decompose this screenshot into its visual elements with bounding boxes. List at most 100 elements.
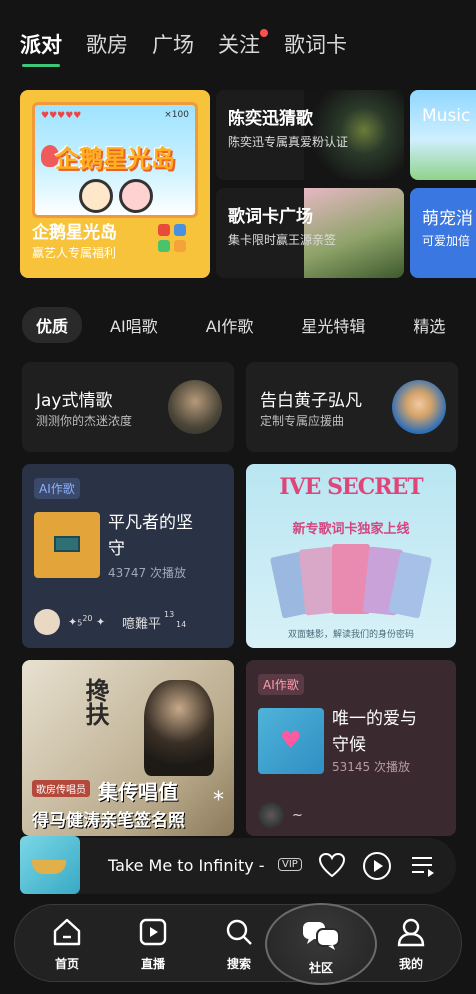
user-avatar[interactable] (258, 802, 284, 828)
home-icon (53, 918, 81, 946)
player-thumbnail[interactable] (20, 836, 80, 894)
nav-home[interactable]: 首页 (35, 917, 99, 972)
feed-card-only-love[interactable]: AI作歌 ♥ 唯一的爱与 守候 53145 次播放 ~ (246, 660, 456, 836)
penguin-island-logo: 企鹅星光岛 (55, 145, 175, 173)
song-title-line1: 唯一的爱与 (332, 709, 417, 729)
banner-lyric-title: 歌词卡广场 (228, 207, 313, 227)
promo-line1: 集传唱值 (98, 780, 178, 804)
lyric-card-fan (269, 544, 433, 624)
play-count: 53145 次播放 (332, 760, 410, 774)
banner-music-title: Music (422, 106, 471, 126)
ive-footer: 双面魅影，解读我们的身份密码 (287, 630, 414, 640)
banner-eason-title: 陈奕迅猜歌 (228, 109, 313, 129)
feed-card-ma-jiantao[interactable]: 搀扶 歌房传唱员 集传唱值 得马健涛亲笔签名照 * (22, 660, 234, 836)
sparkle-icon: * (213, 788, 224, 813)
ai-compose-badge: AI作歌 (258, 674, 304, 695)
banner-lyric-subtitle: 集卡限时赢王源亲签 (228, 233, 337, 247)
user-avatar[interactable] (34, 609, 60, 635)
nav-search[interactable]: 搜索 (207, 917, 271, 972)
banner-artwork: ♥♥♥♥♥ ×100 企鹅星光岛 (32, 102, 198, 218)
hearts-icon: ♥♥♥♥♥ (41, 111, 82, 121)
profile-icon (397, 918, 425, 947)
card-confession-song[interactable]: 告白黄子弘凡 定制专属应援曲 (246, 362, 458, 452)
top-tab-bar: 派对 歌房 广场 关注 歌词卡 (20, 28, 371, 67)
singer-photo (144, 680, 214, 776)
player-song-title[interactable]: Take Me to Infinity - (108, 856, 265, 875)
user-badges: ✦520 ✦ (68, 614, 106, 629)
card-confession-subtitle: 定制专属应援曲 (260, 414, 345, 428)
playlist-icon[interactable] (410, 854, 436, 878)
category-tabs: 优质 AI唱歌 AI作歌 星光特辑 精选 (22, 307, 476, 343)
category-featured[interactable]: 精选 (413, 313, 445, 337)
boat-icon (32, 860, 66, 874)
card-jay-love-songs[interactable]: Jay式情歌 测测你的杰迷浓度 (22, 362, 234, 452)
banner-pet-title: 萌宠消 (422, 209, 473, 229)
nav-home-label: 首页 (54, 957, 79, 971)
banner-lyric-plaza[interactable]: 歌词卡广场 集卡限时赢王源亲签 (216, 188, 404, 278)
banner-music[interactable]: Music (410, 90, 476, 180)
karaoke-tag: 歌房传唱员 (32, 780, 90, 797)
bottom-nav: 首页 直播 搜索 社区 我的 (14, 903, 462, 985)
live-icon (139, 918, 167, 946)
play-icon[interactable] (362, 851, 392, 881)
notification-dot (260, 29, 268, 37)
mini-player[interactable]: Take Me to Infinity - VIP (20, 836, 456, 894)
card-jay-title: Jay式情歌 (36, 391, 113, 411)
category-ai-compose[interactable]: AI作歌 (206, 313, 254, 337)
tab-lyric-card[interactable]: 歌词卡 (284, 29, 347, 59)
card-jay-subtitle: 测测你的杰迷浓度 (36, 414, 133, 428)
nav-profile-label: 我的 (398, 957, 423, 971)
feed-card-ive-secret[interactable]: IVE SECRET 新专歌词卡独家上线 双面魅影，解读我们的身份密码 (246, 464, 456, 648)
dice-icon (158, 224, 196, 264)
community-icon (303, 922, 340, 950)
song-title-line1: 平凡者的坚 (108, 513, 193, 533)
nav-community-label: 社区 (308, 961, 333, 975)
nav-live[interactable]: 直播 (121, 917, 185, 972)
vip-badge: VIP (278, 858, 302, 871)
banner-pet[interactable]: 萌宠消 可爱加倍 (410, 188, 476, 278)
ive-headline: IVE SECRET (279, 474, 423, 500)
jay-avatar (168, 380, 222, 434)
tab-plaza[interactable]: 广场 (152, 29, 194, 59)
feed-card-ordinary-guardian[interactable]: AI作歌 平凡者的坚 守 43747 次播放 ✦520 ✦ 噫難平 13 14 (22, 464, 234, 648)
tab-karaoke-room[interactable]: 歌房 (86, 29, 128, 59)
cassette-icon (54, 536, 80, 552)
lips-icon: ♥ (280, 726, 302, 754)
album-cover (34, 512, 100, 578)
confession-avatar (392, 380, 446, 434)
tab-following[interactable]: 关注 (218, 29, 268, 59)
song-title-line2: 守候 (332, 735, 366, 755)
username[interactable]: 噫難平 (122, 613, 161, 632)
ai-compose-badge: AI作歌 (34, 478, 80, 499)
song-title-line2: 守 (108, 539, 125, 559)
banner-title: 企鹅星光岛 (32, 223, 117, 243)
category-quality[interactable]: 优质 (22, 307, 83, 343)
tab-following-label: 关注 (218, 33, 260, 57)
tab-party[interactable]: 派对 (20, 29, 62, 67)
mascot-right (119, 179, 153, 213)
username-sup: 13 (164, 610, 175, 619)
mascot-left (79, 179, 113, 213)
nav-community[interactable]: 社区 (265, 903, 377, 985)
username-sub: 14 (176, 620, 187, 629)
banner-subtitle: 赢艺人专属福利 (32, 246, 117, 260)
search-icon (226, 919, 252, 945)
category-star-special[interactable]: 星光特辑 (301, 313, 365, 337)
nav-profile[interactable]: 我的 (379, 917, 443, 972)
play-count: 43747 次播放 (108, 566, 186, 580)
promo-line2: 得马健涛亲笔签名照 (32, 811, 185, 831)
card-confession-title: 告白黄子弘凡 (260, 391, 362, 411)
banner-eason-subtitle: 陈奕迅专属真爱粉认证 (228, 135, 349, 149)
username[interactable]: ~ (292, 808, 303, 823)
ive-subline: 新专歌词卡独家上线 (292, 522, 410, 537)
album-cover: ♥ (258, 708, 324, 774)
category-ai-sing[interactable]: AI唱歌 (110, 313, 158, 337)
nav-live-label: 直播 (140, 957, 165, 971)
banner-eason-guess[interactable]: 陈奕迅猜歌 陈奕迅专属真爱粉认证 (216, 90, 404, 180)
coin-counter: ×100 (164, 110, 189, 120)
art-title: 搀扶 (81, 678, 109, 726)
like-heart-icon[interactable] (318, 852, 346, 878)
banner-penguin-island[interactable]: ♥♥♥♥♥ ×100 企鹅星光岛 企鹅星光岛 赢艺人专属福利 (20, 90, 210, 278)
mascot-characters (79, 175, 159, 215)
user-badge-2: 20 (82, 614, 93, 623)
